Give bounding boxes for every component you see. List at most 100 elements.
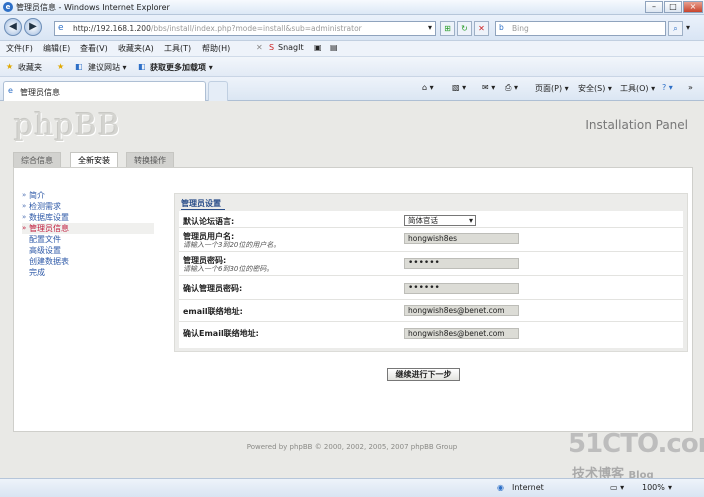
tab-page-icon: e (8, 86, 13, 95)
tab-convert[interactable]: 转换操作 (126, 152, 174, 167)
username-input[interactable]: hongwish8es (404, 233, 519, 244)
maximize-button[interactable]: □ (664, 1, 682, 13)
nav-database[interactable]: 数据库设置 (22, 212, 154, 223)
address-field[interactable]: e http://192.168.1.200/bbs/install/index… (54, 21, 436, 36)
stop-button[interactable]: ✕ (474, 21, 489, 36)
nav-create-tables[interactable]: 创建数据表 (22, 256, 154, 267)
browser-tab-active[interactable]: e 管理员信息 (3, 81, 206, 101)
tools-menu[interactable]: 工具(O) ▾ (620, 83, 655, 94)
menu-bar: 文件(F) 编辑(E) 查看(V) 收藏夹(A) 工具(T) 帮助(H) ✕ S… (0, 41, 704, 57)
continue-button[interactable]: 继续进行下一步 (387, 368, 460, 381)
window-title: 管理员信息 - Windows Internet Explorer (16, 3, 170, 12)
install-steps-nav: 简介 检测需求 数据库设置 管理员信息 配置文件 高级设置 创建数据表 完成 (22, 190, 154, 278)
nav-requirements[interactable]: 检测需求 (22, 201, 154, 212)
get-addons-link[interactable]: 获取更多加载项 ▾ (150, 62, 213, 73)
admin-settings-legend: 管理员设置 (181, 199, 225, 210)
bing-icon: b (499, 23, 504, 32)
search-placeholder: Bing (512, 24, 529, 33)
protected-mode-icon[interactable]: ▭ ▾ (610, 483, 624, 492)
add-favorite-icon[interactable]: ★ (57, 62, 64, 71)
language-label: 默认论坛语言: (183, 217, 235, 226)
password-input[interactable]: •••••• (404, 258, 519, 269)
zoom-dropdown-icon[interactable]: ▾ (668, 483, 672, 492)
email-input[interactable]: hongwish8es@benet.com (404, 305, 519, 316)
tab-bar: e 管理员信息 ⌂ ▾ ▧ ▾ ✉ ▾ ⎙ ▾ 页面(P) ▾ 安全(S) ▾ … (0, 77, 704, 101)
nav-intro[interactable]: 简介 (22, 190, 154, 201)
tab-overview[interactable]: 综合信息 (13, 152, 61, 167)
snagit-capture-icon[interactable]: ▣ (314, 43, 322, 52)
zoom-level[interactable]: 100% (642, 483, 665, 492)
refresh-button[interactable]: ↻ (457, 21, 472, 36)
password-confirm-label: 确认管理员密码: (183, 284, 243, 293)
help-menu[interactable]: ? ▾ (662, 83, 673, 92)
close-window-button[interactable]: × (683, 1, 703, 13)
page-viewport: phpBB Installation Panel 综合信息 全新安装 转换操作 … (0, 101, 704, 478)
nav-administrator[interactable]: 管理员信息 (22, 223, 154, 234)
window-titlebar: e 管理员信息 - Windows Internet Explorer – □ … (0, 0, 704, 15)
phpbb-logo: phpBB (14, 108, 121, 143)
password-hint: 请输入一个6到30位的密码。 (183, 265, 274, 273)
snagit-edit-icon[interactable]: ▤ (330, 43, 338, 52)
snagit-icon: S (269, 43, 275, 52)
safety-menu[interactable]: 安全(S) ▾ (578, 83, 612, 94)
minimize-button[interactable]: – (645, 1, 663, 13)
menu-edit[interactable]: 编辑(E) (43, 43, 70, 54)
suggested-sites-link[interactable]: 建议网站 ▾ (88, 62, 127, 73)
addons-icon: ◧ (138, 62, 146, 71)
install-content: 简介 检测需求 数据库设置 管理员信息 配置文件 高级设置 创建数据表 完成 管… (13, 167, 693, 432)
language-select[interactable]: 简体官话 (404, 215, 476, 226)
forward-button[interactable]: ▶ (24, 18, 42, 36)
menu-favorites[interactable]: 收藏夹(A) (118, 43, 154, 54)
password-confirm-input[interactable]: •••••• (404, 283, 519, 294)
close-toolbar-icon[interactable]: ✕ (256, 43, 263, 52)
suggested-sites-icon: ◧ (75, 62, 83, 71)
row-email: email联络地址: hongwish8es@benet.com (179, 300, 683, 322)
menu-help[interactable]: 帮助(H) (202, 43, 230, 54)
row-password: 管理员密码: 请输入一个6到30位的密码。 •••••• (179, 252, 683, 276)
security-zone: Internet (512, 483, 544, 492)
row-password-confirm: 确认管理员密码: •••••• (179, 276, 683, 300)
nav-advanced[interactable]: 高级设置 (22, 245, 154, 256)
nav-config-file[interactable]: 配置文件 (22, 234, 154, 245)
ie-logo-icon: e (3, 2, 13, 12)
email-confirm-label: 确认Email联络地址: (183, 329, 259, 338)
favorites-star-icon: ★ (6, 62, 14, 71)
tab-install[interactable]: 全新安装 (70, 152, 118, 167)
home-icon[interactable]: ⌂ ▾ (422, 83, 434, 92)
address-toolbar: ◀ ▶ e http://192.168.1.200/bbs/install/i… (0, 15, 704, 41)
address-url: http://192.168.1.200/bbs/install/index.p… (73, 24, 362, 33)
admin-settings-panel: 管理员设置 默认论坛语言: 简体官话 管理员用户名: 请输入一个3到20位的用户… (174, 193, 688, 352)
mail-icon[interactable]: ✉ ▾ (482, 83, 495, 92)
internet-zone-icon: ◉ (497, 483, 504, 492)
search-button[interactable]: ⌕ (668, 21, 683, 36)
panel-title: Installation Panel (585, 118, 688, 132)
menu-file[interactable]: 文件(F) (6, 43, 33, 54)
new-tab-button[interactable] (208, 81, 228, 101)
row-username: 管理员用户名: 请输入一个3到20位的用户名。 hongwish8es (179, 228, 683, 252)
menu-tools[interactable]: 工具(T) (164, 43, 191, 54)
feeds-icon[interactable]: ▧ ▾ (452, 83, 466, 92)
favorites-bar: ★ 收藏夹 ★ ◧ 建议网站 ▾ ◧ 获取更多加载项 ▾ (0, 57, 704, 77)
page-icon: e (58, 23, 64, 33)
tab-title: 管理员信息 (20, 88, 60, 97)
address-dropdown-icon[interactable]: ▾ (428, 23, 432, 32)
snagit-button[interactable]: SnagIt (278, 43, 304, 52)
row-email-confirm: 确认Email联络地址: hongwish8es@benet.com (179, 322, 683, 346)
compatibility-button[interactable]: ⊞ (440, 21, 455, 36)
email-label: email联络地址: (183, 307, 243, 316)
nav-final[interactable]: 完成 (22, 267, 154, 278)
print-icon[interactable]: ⎙ ▾ (505, 83, 518, 93)
status-bar: ◉ Internet ▭ ▾ 100% ▾ (0, 478, 704, 497)
row-language: 默认论坛语言: 简体官话 (179, 211, 683, 228)
toolbar-more-icon[interactable]: » (688, 83, 693, 92)
favorites-button[interactable]: 收藏夹 (18, 62, 42, 73)
email-confirm-input[interactable]: hongwish8es@benet.com (404, 328, 519, 339)
search-input[interactable]: b Bing (495, 21, 666, 36)
back-button[interactable]: ◀ (4, 18, 22, 36)
menu-view[interactable]: 查看(V) (80, 43, 108, 54)
watermark-brand: 51CTO.com (568, 429, 704, 459)
page-menu[interactable]: 页面(P) ▾ (535, 83, 569, 94)
username-hint: 请输入一个3到20位的用户名。 (183, 241, 281, 249)
admin-settings-fieldset: 默认论坛语言: 简体官话 管理员用户名: 请输入一个3到20位的用户名。 hon… (179, 211, 683, 348)
search-options-icon[interactable]: ▾ (686, 23, 690, 32)
